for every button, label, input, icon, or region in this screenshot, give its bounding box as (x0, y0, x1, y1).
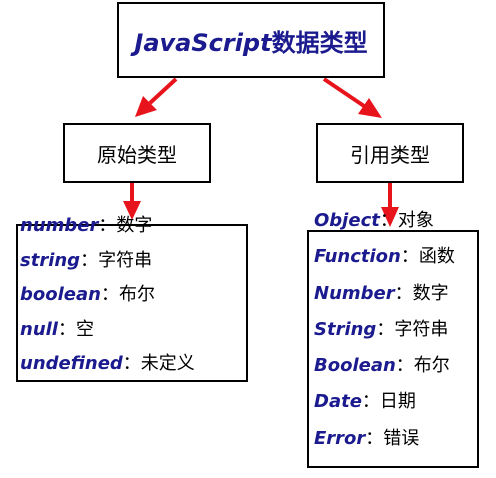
reference-type-list: Object：对象 Function：函数 Number：数字 String：字… (314, 209, 455, 463)
type-term: Date (314, 391, 362, 413)
type-desc: 字符串 (394, 318, 449, 340)
primitive-type-item: number：数字 (20, 214, 195, 249)
primitive-type-item: boolean：布尔 (20, 283, 195, 318)
primitive-type-list: number：数字 string：字符串 boolean：布尔 null：空 u… (20, 214, 195, 387)
reference-type-item: Object：对象 (314, 209, 455, 245)
primitive-category-box: 原始类型 (63, 123, 211, 183)
title-zh: 数据类型 (271, 28, 368, 57)
reference-type-item: Number：数字 (314, 282, 455, 318)
type-separator: ： (394, 282, 413, 304)
type-desc: 字符串 (98, 249, 153, 271)
type-separator: ： (100, 284, 119, 305)
type-separator: ： (57, 318, 76, 340)
type-separator: ： (395, 355, 414, 377)
reference-category-box: 引用类型 (316, 123, 464, 183)
title-en: JavaScript (134, 28, 272, 57)
type-term: string (20, 249, 81, 271)
type-term: Error (314, 427, 366, 449)
title-box: JavaScript数据类型 (117, 2, 385, 78)
reference-type-item: Boolean：布尔 (314, 354, 455, 390)
type-separator: ： (122, 353, 141, 374)
type-term: null (20, 318, 58, 340)
type-term: boolean (20, 284, 101, 305)
reference-type-item: Error：错误 (314, 427, 455, 463)
primitive-type-item: null：空 (20, 318, 195, 353)
reference-type-item: Function：函数 (314, 245, 455, 281)
type-desc: 未定义 (140, 353, 195, 374)
reference-type-item: String：字符串 (314, 318, 455, 354)
type-term: number (20, 215, 99, 236)
diagram-title: JavaScript数据类型 (134, 23, 367, 58)
primitive-type-item: undefined：未定义 (20, 352, 195, 387)
reference-type-item: Date：日期 (314, 390, 455, 426)
type-term: Number (314, 282, 395, 304)
type-desc: 布尔 (413, 355, 450, 377)
type-term: Object (314, 210, 380, 231)
arrow-title-to-reference (322, 77, 382, 118)
type-desc: 日期 (379, 391, 416, 413)
type-desc: 布尔 (118, 284, 155, 305)
type-desc: 对象 (397, 210, 434, 231)
type-separator: ： (361, 391, 380, 413)
type-separator: ： (365, 427, 384, 449)
type-separator: ： (379, 210, 398, 231)
type-separator: ： (400, 246, 419, 268)
reference-category-label: 引用类型 (350, 142, 430, 167)
type-separator: ： (80, 249, 99, 271)
type-desc: 数字 (116, 215, 153, 236)
type-desc: 空 (75, 318, 94, 340)
primitive-category-label: 原始类型 (97, 142, 177, 167)
type-separator: ： (376, 318, 395, 340)
type-desc: 错误 (383, 427, 420, 449)
arrow-title-to-primitive (135, 77, 178, 117)
type-desc: 函数 (418, 246, 455, 268)
type-term: String (314, 318, 377, 340)
type-term: Boolean (314, 355, 396, 377)
type-term: Function (314, 246, 401, 268)
primitive-type-item: string：字符串 (20, 249, 195, 284)
type-desc: 数字 (412, 282, 449, 304)
type-term: undefined (20, 353, 123, 374)
type-separator: ： (98, 215, 117, 236)
